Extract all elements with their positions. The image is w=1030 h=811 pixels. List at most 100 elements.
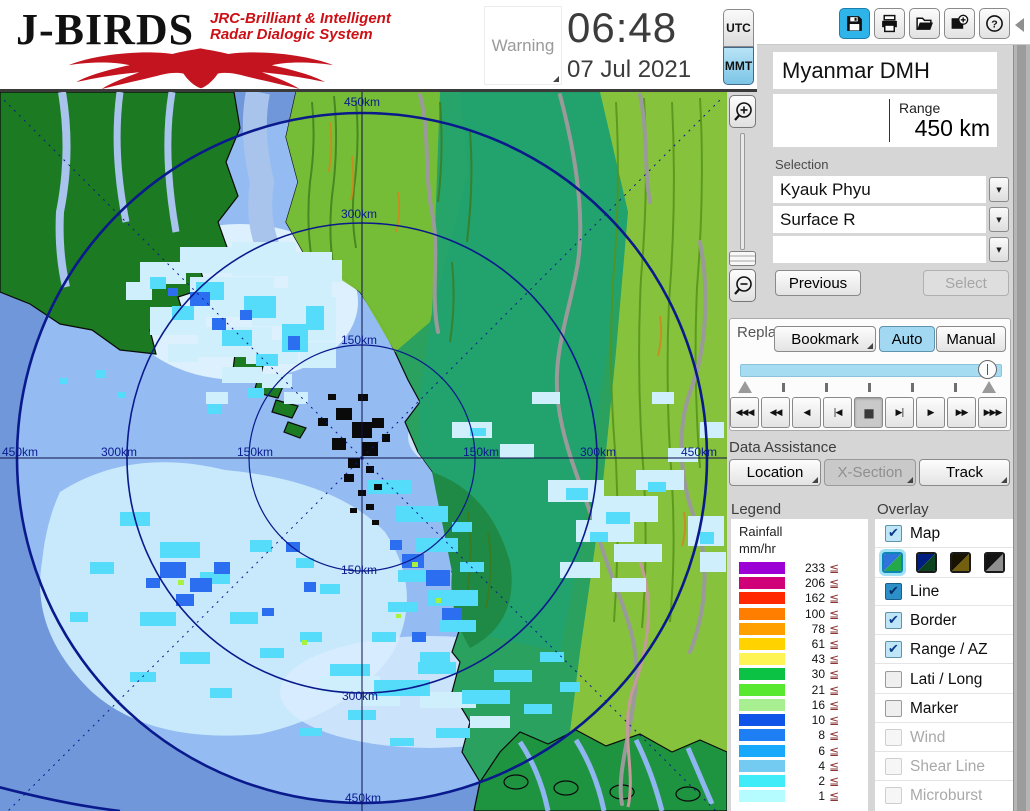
lati-long-checkbox[interactable]: [885, 671, 902, 688]
zoom-slider-rail[interactable]: [740, 133, 745, 250]
legend-operator: ≦: [829, 591, 839, 605]
zoom-in-icon: [732, 101, 754, 123]
corner-grip-icon: [812, 477, 818, 483]
panel-scroll-rail-track: [1017, 45, 1026, 811]
panel-collapse-icon[interactable]: [1015, 18, 1024, 32]
microburst-checkbox: [885, 787, 902, 804]
timezone-utc-button[interactable]: UTC: [723, 9, 754, 47]
legend-color-swatch: [739, 638, 785, 650]
option-select-arrow[interactable]: [989, 237, 1009, 262]
map-style-swatch-3[interactable]: [950, 552, 971, 573]
x-section-button[interactable]: X-Section: [824, 459, 916, 486]
overlay-row-map[interactable]: ✔ Map: [875, 521, 1013, 548]
overlay-row-range-az[interactable]: ✔ Range / AZ: [875, 637, 1013, 664]
clock-time: 06:48: [567, 4, 707, 52]
corner-grip-icon: [1001, 477, 1007, 483]
help-button[interactable]: ?: [979, 8, 1010, 39]
zoom-out-button[interactable]: [729, 269, 756, 302]
previous-button[interactable]: Previous: [775, 270, 861, 296]
product-select-value[interactable]: Surface R: [773, 206, 986, 233]
track-button[interactable]: Track: [919, 459, 1010, 486]
range-box: Range 450 km: [773, 94, 997, 147]
wind-checkbox: [885, 729, 902, 746]
legend-color-swatch: [739, 729, 785, 741]
legend-operator: ≦: [829, 744, 839, 758]
legend-operator: ≦: [829, 683, 839, 697]
location-button[interactable]: Location: [729, 459, 821, 486]
overlay-item-label: Line: [910, 583, 939, 601]
print-button[interactable]: [874, 8, 905, 39]
zoom-slider-thumb[interactable]: [729, 251, 756, 266]
bookmark-button[interactable]: Bookmark: [774, 326, 876, 352]
slider-range-start-marker[interactable]: [738, 381, 752, 393]
legend-operator: ≦: [829, 713, 839, 727]
overlay-row-marker[interactable]: Marker: [875, 696, 1013, 723]
legend-value: 78: [789, 622, 825, 636]
save-button[interactable]: [839, 8, 870, 39]
station-select-arrow[interactable]: [989, 177, 1009, 202]
replay-slider-thumb[interactable]: [978, 360, 997, 379]
playback-play-forward-button[interactable]: ▶: [916, 397, 945, 428]
playback-rewind-fast-button[interactable]: ◀◀: [761, 397, 790, 428]
ring-label-west-300: 300km: [101, 445, 137, 459]
line-checkbox[interactable]: ✔: [885, 583, 902, 600]
manual-button[interactable]: Manual: [936, 326, 1006, 352]
station-select-value[interactable]: Kyauk Phyu: [773, 176, 986, 203]
open-file-button[interactable]: [909, 8, 940, 39]
zoom-in-button[interactable]: [729, 95, 756, 128]
print-icon: [880, 14, 899, 33]
legend-row: 78≦: [731, 622, 868, 637]
playback-step-backward-button[interactable]: |◀: [823, 397, 852, 428]
slider-tick: [868, 383, 871, 392]
legend-row: 4≦: [731, 759, 868, 774]
overlay-row-line[interactable]: ✔ Line: [875, 579, 1013, 606]
legend-unit-line2: mm/hr: [739, 541, 776, 556]
map-style-swatch-2[interactable]: [916, 552, 937, 573]
slider-range-end-marker[interactable]: [982, 381, 996, 393]
warning-button[interactable]: Warning: [484, 6, 562, 85]
legend-label: Legend: [731, 501, 781, 518]
map-style-swatch-4[interactable]: [984, 552, 1005, 573]
overlay-row-microburst: Microburst: [875, 783, 1013, 810]
range-az-checkbox[interactable]: ✔: [885, 641, 902, 658]
legend-row: 16≦: [731, 698, 868, 713]
playback-stop-button[interactable]: ■: [854, 397, 883, 428]
select-button[interactable]: Select: [923, 270, 1009, 296]
legend-row: 30≦: [731, 667, 868, 682]
replay-slider-track[interactable]: [740, 364, 1002, 377]
overlay-item-label: Shear Line: [910, 758, 985, 776]
playback-play-backward-button[interactable]: ◀: [792, 397, 821, 428]
legend-operator: ≦: [829, 561, 839, 575]
timezone-mmt-button[interactable]: MMT: [723, 47, 754, 85]
slider-tick: [954, 383, 957, 392]
legend-row: 100≦: [731, 607, 868, 622]
ring-label-north-150: 150km: [341, 333, 377, 347]
overlay-row-lati-long[interactable]: Lati / Long: [875, 667, 1013, 694]
add-image-button[interactable]: [944, 8, 975, 39]
playback-rewind-fastest-button[interactable]: ◀◀◀: [730, 397, 759, 428]
map-checkbox[interactable]: ✔: [885, 525, 902, 542]
map-style-swatch-1[interactable]: [882, 552, 903, 573]
legend-color-swatch: [739, 790, 785, 802]
border-checkbox[interactable]: ✔: [885, 612, 902, 629]
ring-label-east-450: 450km: [681, 445, 717, 459]
legend-value: 4: [789, 759, 825, 773]
shear-line-checkbox: [885, 758, 902, 775]
marker-checkbox[interactable]: [885, 700, 902, 717]
legend-value: 61: [789, 637, 825, 651]
playback-forward-fast-button[interactable]: ▶▶: [947, 397, 976, 428]
overlay-row-border[interactable]: ✔ Border: [875, 608, 1013, 635]
legend-operator: ≦: [829, 667, 839, 681]
playback-step-forward-button[interactable]: ▶|: [885, 397, 914, 428]
corner-grip-icon: [553, 76, 559, 82]
product-select-arrow[interactable]: [989, 207, 1009, 232]
auto-button[interactable]: Auto: [879, 326, 935, 352]
legend-color-swatch: [739, 684, 785, 696]
playback-forward-fastest-button[interactable]: ▶▶▶: [978, 397, 1007, 428]
option-select-value[interactable]: [773, 236, 986, 263]
legend-color-swatch: [739, 714, 785, 726]
overlay-item-label: Lati / Long: [910, 671, 982, 689]
open-folder-icon: [915, 14, 934, 33]
radar-map-view[interactable]: 450km 300km 150km 150km 300km 450km 450k…: [0, 92, 727, 811]
legend-operator: ≦: [829, 652, 839, 666]
